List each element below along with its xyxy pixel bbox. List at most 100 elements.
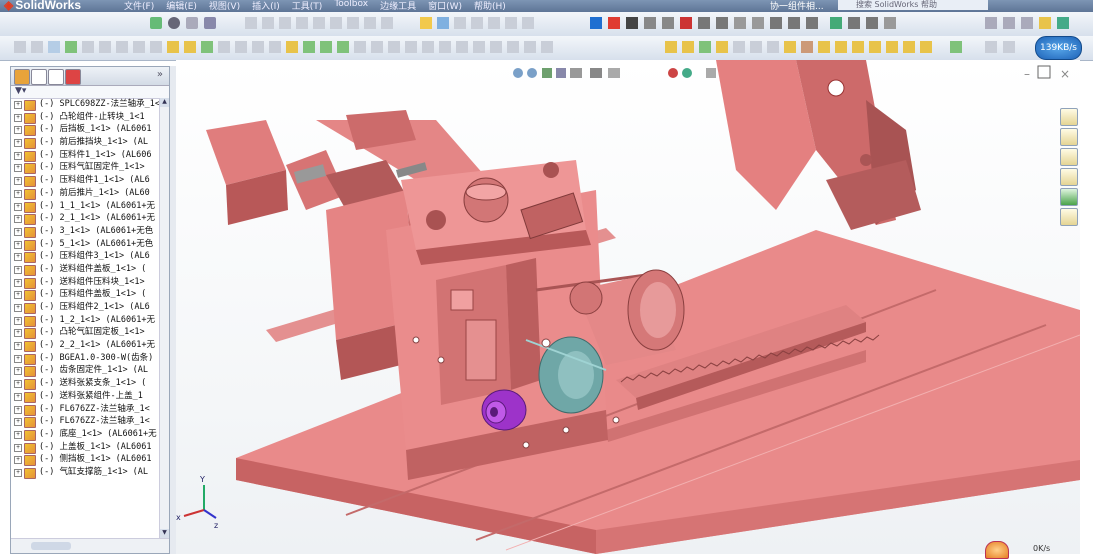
- tree-row[interactable]: + (-) 送料张紧组件-上盖_1: [11, 390, 161, 403]
- scroll-thumb[interactable]: [31, 542, 71, 550]
- expand-icon[interactable]: +: [14, 354, 22, 363]
- tab-configuration-manager[interactable]: [48, 69, 64, 85]
- expand-icon[interactable]: +: [14, 265, 22, 274]
- graphics-viewport[interactable]: – × Y x z: [176, 60, 1080, 554]
- expand-icon[interactable]: +: [14, 304, 22, 312]
- menu-view[interactable]: 视图(V): [209, 0, 240, 12]
- filter-icon[interactable]: ▼▾: [15, 86, 26, 96]
- expand-icon[interactable]: +: [14, 227, 22, 236]
- tree-row[interactable]: + (-) 侧挡板_1<1> (AL6061: [11, 453, 161, 467]
- tab-display-manager[interactable]: [65, 69, 81, 85]
- expand-icon[interactable]: +: [14, 329, 22, 338]
- tree-row[interactable]: + (-) FL676ZZ-法兰轴承_1<: [11, 415, 161, 429]
- custom-properties-icon[interactable]: [1060, 208, 1078, 226]
- expand-icon[interactable]: +: [14, 291, 22, 300]
- window-controls[interactable]: – ×: [1024, 65, 1070, 81]
- expand-icon[interactable]: +: [14, 101, 22, 109]
- expand-icon[interactable]: +: [14, 418, 22, 427]
- expand-icon[interactable]: +: [14, 342, 22, 351]
- menu-edit[interactable]: 编辑(E): [166, 0, 197, 12]
- assembly-model[interactable]: – × Y x z: [176, 60, 1080, 554]
- expand-icon[interactable]: +: [14, 177, 22, 186]
- expand-icon[interactable]: +: [14, 430, 22, 439]
- tree-row[interactable]: + (-) 压料组件3_1<1> (AL6: [11, 250, 161, 264]
- toolbar-second-icons[interactable]: [0, 36, 1093, 60]
- tree-row[interactable]: + (-) 上盖板_1<1> (AL6061: [11, 441, 161, 454]
- toolbar-top-icons[interactable]: [0, 12, 1093, 36]
- scroll-up-icon[interactable]: ▲: [160, 98, 169, 107]
- heads-up-toolbar[interactable]: [513, 68, 716, 78]
- tab-feature-manager[interactable]: [14, 69, 30, 85]
- expand-icon[interactable]: +: [14, 139, 22, 148]
- expand-icon[interactable]: +: [14, 380, 22, 389]
- tree-row[interactable]: + (-) 压料件1_1<1> (AL606: [11, 149, 161, 162]
- expand-icon[interactable]: +: [14, 151, 22, 160]
- tree-row[interactable]: + (-) 送料组件盖板_1<1> (: [11, 263, 161, 276]
- tree-row[interactable]: + (-) 5_1<1> (AL6061+无色: [11, 238, 161, 251]
- home-icon[interactable]: [1060, 108, 1078, 126]
- document-tab[interactable]: 协一组件相...: [770, 0, 824, 12]
- tree-row[interactable]: + (-) SPLC698ZZ-法兰轴承_1<: [11, 98, 161, 111]
- svg-text:Y: Y: [199, 475, 205, 484]
- tree-row[interactable]: + (-) 前后推挡块_1<1> (AL: [11, 136, 161, 150]
- expand-icon[interactable]: +: [14, 316, 22, 325]
- tree-row[interactable]: + (-) 送料组件压料块_1<1>: [11, 276, 161, 289]
- tree-row[interactable]: + (-) 凸轮组件-止转块_1<1: [11, 111, 161, 124]
- toolbox-tools-icon: [665, 41, 1015, 53]
- tree-row[interactable]: + (-) 凸轮气缸固定板_1<1>: [11, 326, 161, 340]
- scroll-down-icon[interactable]: ▼: [160, 529, 169, 538]
- tree-row[interactable]: + (-) 气缸支撑筋_1<1> (AL: [11, 466, 161, 479]
- tree-row[interactable]: + (-) 3_1<1> (AL6061+无色: [11, 225, 161, 238]
- tree-vertical-scrollbar[interactable]: ▲ ▼: [159, 98, 169, 538]
- expand-icon[interactable]: +: [14, 215, 22, 224]
- expand-icon[interactable]: +: [14, 189, 22, 198]
- expand-icon[interactable]: +: [14, 126, 22, 135]
- panel-expand-icon[interactable]: »: [157, 69, 163, 80]
- appearance-icon: [668, 68, 678, 78]
- expand-icon[interactable]: +: [14, 278, 22, 287]
- expand-icon[interactable]: +: [14, 240, 22, 249]
- tab-property-manager[interactable]: [31, 69, 47, 85]
- expand-icon[interactable]: +: [14, 164, 22, 173]
- expand-icon[interactable]: +: [14, 456, 22, 465]
- expand-icon[interactable]: +: [14, 253, 22, 262]
- tree-row[interactable]: + (-) FL676ZZ-法兰轴承_1<: [11, 403, 161, 416]
- menu-edge-tools[interactable]: 边缘工具: [380, 0, 416, 12]
- expand-icon[interactable]: +: [14, 367, 22, 376]
- tree-row[interactable]: + (-) 压料组件2_1<1> (AL6: [11, 301, 161, 314]
- menu-help[interactable]: 帮助(H): [474, 0, 506, 12]
- expand-icon[interactable]: +: [14, 468, 22, 477]
- tree-row[interactable]: + (-) 后挡板_1<1> (AL6061: [11, 123, 161, 137]
- menu-file[interactable]: 文件(F): [124, 0, 154, 12]
- component-icon: [24, 163, 36, 175]
- menu-window[interactable]: 窗口(W): [428, 0, 462, 12]
- tree-row[interactable]: + (-) 压料组件1_1<1> (AL6: [11, 174, 161, 188]
- menu-insert[interactable]: 插入(I): [252, 0, 280, 12]
- svg-text:z: z: [214, 521, 218, 530]
- tree-horizontal-scrollbar[interactable]: [11, 538, 169, 553]
- tree-row[interactable]: + (-) 底座_1<1> (AL6061+无: [11, 428, 161, 441]
- tree-row[interactable]: + (-) 2_1_1<1> (AL6061+无: [11, 212, 161, 226]
- annotation-tools-icon: [590, 17, 1069, 29]
- folder-icon[interactable]: [1060, 148, 1078, 166]
- expand-icon[interactable]: +: [14, 392, 22, 401]
- tree-row[interactable]: + (-) 2_2_1<1> (AL6061+无: [11, 339, 161, 353]
- tree-row[interactable]: + (-) 1_2_1<1> (AL6061+无: [11, 314, 161, 327]
- expand-icon[interactable]: +: [14, 113, 22, 122]
- expand-icon[interactable]: +: [14, 443, 22, 452]
- resources-icon[interactable]: [1060, 128, 1078, 146]
- expand-icon[interactable]: +: [14, 202, 22, 211]
- palette-icon[interactable]: [1060, 168, 1078, 186]
- tree-row[interactable]: + (-) 1_1_1<1> (AL6061+无: [11, 200, 161, 213]
- tree-row[interactable]: + (-) 齿条固定件_1<1> (AL: [11, 364, 161, 378]
- menu-tools[interactable]: 工具(T): [292, 0, 323, 12]
- tree-row[interactable]: + (-) 压料气缸固定件_1<1>: [11, 161, 161, 175]
- expand-icon[interactable]: +: [14, 405, 22, 414]
- tree-row[interactable]: + (-) BGEA1.0-300-W(齿条): [11, 352, 161, 365]
- tree-row[interactable]: + (-) 送料张紧支条_1<1> (: [11, 377, 161, 391]
- help-search-input[interactable]: 搜索 SolidWorks 帮助: [838, 0, 988, 10]
- tree-row[interactable]: + (-) 压料组件盖板_1<1> (: [11, 288, 161, 302]
- tree-row[interactable]: + (-) 前后推片_1<1> (AL60: [11, 187, 161, 200]
- appearance-icon[interactable]: [1060, 188, 1078, 206]
- menu-toolbox[interactable]: Toolbox: [334, 0, 368, 12]
